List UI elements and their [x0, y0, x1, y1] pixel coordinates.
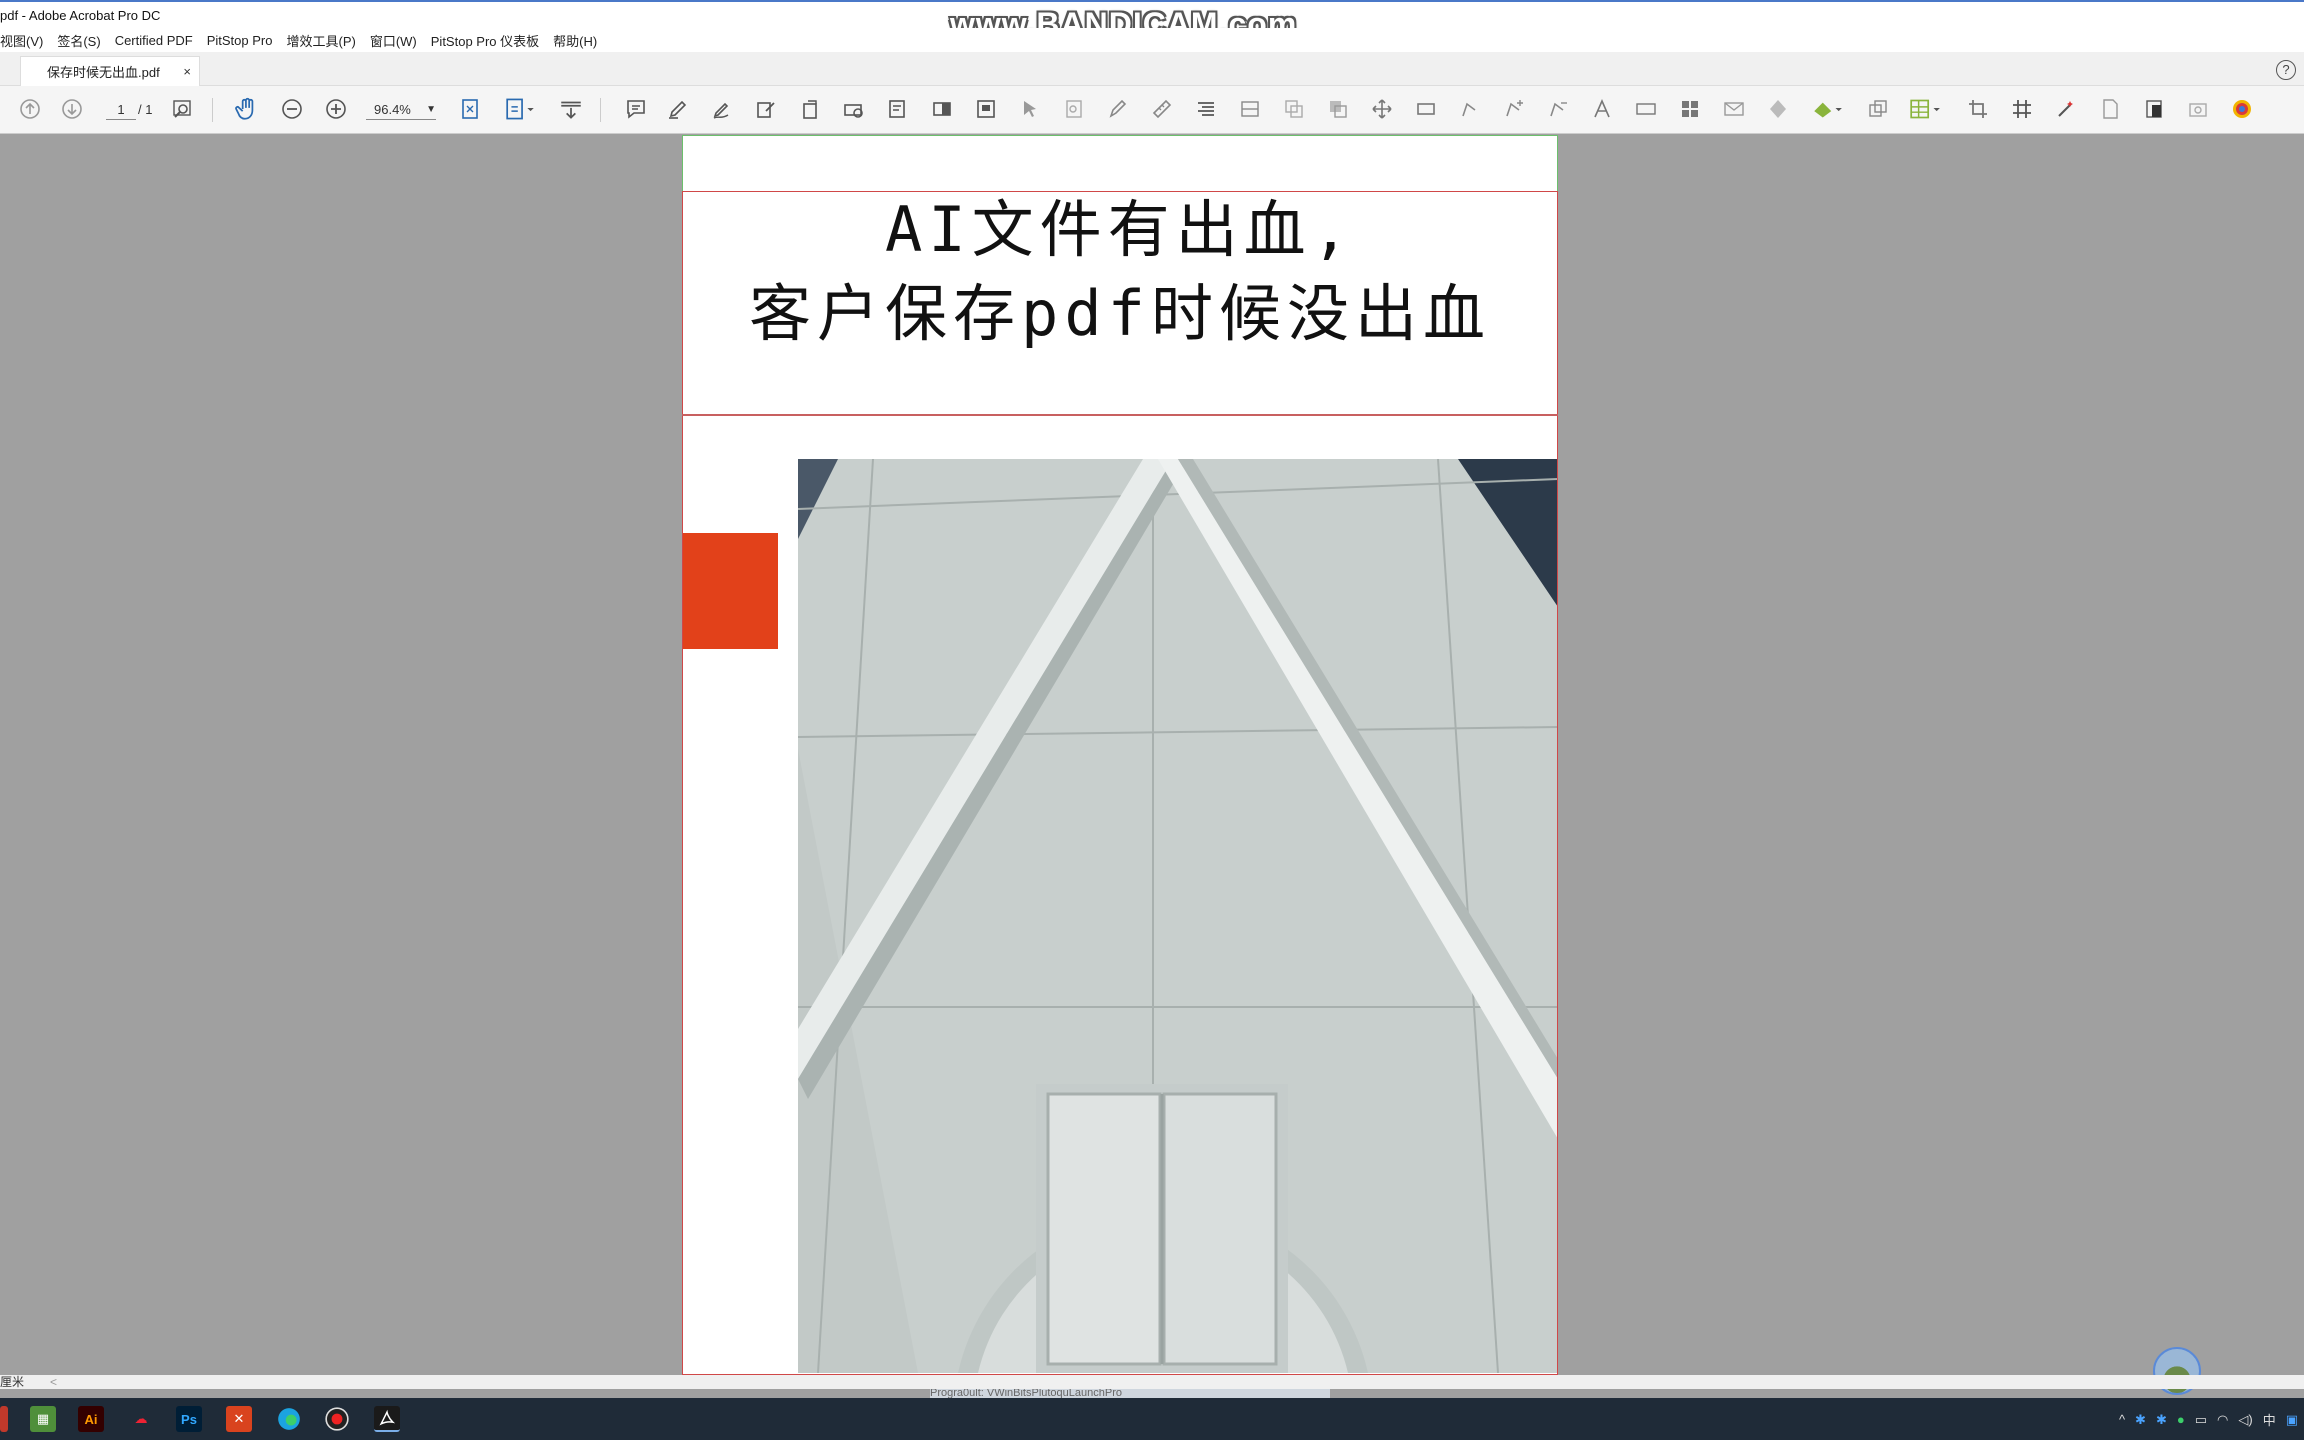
select-object-icon[interactable]: [1018, 96, 1042, 122]
menu-view[interactable]: 视图(V): [0, 31, 43, 50]
cloud-app-icon[interactable]: ☁: [128, 1406, 154, 1432]
photoshop-icon[interactable]: Ps: [176, 1406, 202, 1432]
bleed-box-outline: [682, 191, 1558, 1375]
zoom-level-value: 96.4%: [374, 102, 411, 117]
wand-icon[interactable]: [2054, 96, 2078, 122]
ime-indicator[interactable]: 中: [2263, 1410, 2276, 1429]
edge-browser-icon[interactable]: [276, 1406, 302, 1432]
bezier-icon[interactable]: [1458, 96, 1482, 122]
menu-bar: 视图(V) 签名(S) Certified PDF PitStop Pro 增效…: [0, 28, 2304, 52]
menu-certified-pdf[interactable]: Certified PDF: [115, 33, 193, 48]
previous-page-icon[interactable]: [18, 96, 42, 122]
menu-pitstop-pro[interactable]: PitStop Pro: [207, 33, 273, 48]
app-tray-icon[interactable]: ▣: [2286, 1412, 2298, 1428]
acrobat-icon[interactable]: [374, 1406, 400, 1432]
chevron-down-icon: ▼: [426, 104, 436, 115]
add-anchor-icon[interactable]: [1502, 96, 1526, 122]
rectangle-icon[interactable]: [1414, 96, 1438, 122]
ghost-popup: Progra0ult: VWinBitsPlutoquLaunchPro: [930, 1389, 1330, 1398]
table-tool-icon[interactable]: [1908, 96, 1942, 122]
page-display-icon[interactable]: [504, 96, 538, 122]
menu-sign[interactable]: 签名(S): [57, 31, 100, 50]
image-viewer-icon[interactable]: ▦: [30, 1406, 56, 1432]
window-title: pdf - Adobe Acrobat Pro DC: [0, 8, 161, 23]
scroll-left-icon[interactable]: <: [50, 1375, 57, 1389]
overlap-icon[interactable]: [1866, 96, 1890, 122]
page-black-icon[interactable]: [2142, 96, 2166, 122]
remove-anchor-icon[interactable]: [1546, 96, 1570, 122]
bluetooth-icon[interactable]: ✱: [2135, 1412, 2146, 1428]
action-list-icon[interactable]: [886, 96, 910, 122]
hand-tool-icon[interactable]: [234, 96, 260, 122]
bluetooth-secondary-icon[interactable]: ✱: [2156, 1412, 2167, 1428]
find-icon[interactable]: [170, 96, 194, 122]
zoom-out-icon[interactable]: [280, 96, 304, 122]
document-tab-bar: 保存时候无出血.pdf × ?: [0, 52, 2304, 86]
document-icon[interactable]: [2098, 96, 2122, 122]
color-wheel-icon[interactable]: [2230, 96, 2254, 122]
camera-icon[interactable]: [2186, 96, 2210, 122]
menu-window[interactable]: 窗口(W): [370, 31, 417, 50]
main-toolbar: 1 / 1 96.4% ▼: [0, 86, 2304, 134]
system-tray: ^ ✱ ✱ ● ▭ ◠ ◁) 中 ▣: [2119, 1410, 2298, 1429]
page-box-icon[interactable]: [974, 96, 998, 122]
wifi-icon[interactable]: ◠: [2217, 1412, 2228, 1428]
close-tab-icon[interactable]: ×: [183, 64, 191, 79]
unit-label: 厘米: [0, 1375, 25, 1389]
bring-front-icon[interactable]: [1282, 96, 1306, 122]
envelope-icon[interactable]: [1722, 96, 1746, 122]
start-edge-icon[interactable]: [0, 1406, 8, 1432]
diamond-icon[interactable]: [1766, 96, 1790, 122]
menu-help[interactable]: 帮助(H): [553, 31, 597, 50]
move-icon[interactable]: [1370, 96, 1394, 122]
volume-icon[interactable]: ◁): [2238, 1412, 2252, 1428]
preflight-icon[interactable]: [842, 96, 866, 122]
network-icon[interactable]: ▭: [2195, 1412, 2207, 1428]
grid-select-icon[interactable]: [1678, 96, 1702, 122]
scroll-mode-icon[interactable]: [558, 96, 584, 122]
align-icon[interactable]: [1194, 96, 1218, 122]
pen-tool-icon[interactable]: [1106, 96, 1130, 122]
page-number-input[interactable]: 1: [106, 100, 136, 120]
document-tab-label: 保存时候无出血.pdf: [47, 65, 160, 80]
chevron-up-icon[interactable]: ^: [2119, 1412, 2125, 1427]
page-total: / 1: [138, 102, 153, 117]
xmind-icon[interactable]: ✕: [226, 1406, 252, 1432]
split-icon[interactable]: [1238, 96, 1262, 122]
bandicam-icon[interactable]: [324, 1406, 350, 1432]
zoom-in-icon[interactable]: [324, 96, 348, 122]
crop-icon[interactable]: [1966, 96, 1990, 122]
trim-box-outline: [682, 135, 1558, 192]
zoom-level-select[interactable]: 96.4% ▼: [366, 100, 436, 120]
section-divider-line: [682, 414, 1558, 416]
menu-plugins[interactable]: 增效工具(P): [286, 31, 355, 50]
status-bar: 厘米 <: [0, 1375, 2304, 1389]
convert-colors-icon[interactable]: [930, 96, 954, 122]
edit-object-icon[interactable]: [754, 96, 778, 122]
fill-color-icon[interactable]: [1810, 96, 1844, 122]
comment-icon[interactable]: [624, 96, 648, 122]
measure-icon[interactable]: [1150, 96, 1174, 122]
wechat-icon[interactable]: ●: [2177, 1412, 2185, 1427]
grid-icon[interactable]: [2010, 96, 2034, 122]
windows-taskbar: ▦ Ai ☁ Ps ✕ ^ ✱ ✱ ● ▭ ◠ ◁) 中 ▣: [0, 1398, 2304, 1440]
draw-icon[interactable]: [710, 96, 734, 122]
fit-page-icon[interactable]: [458, 96, 482, 122]
send-back-icon[interactable]: [1326, 96, 1350, 122]
text-tool-icon[interactable]: [1590, 96, 1614, 122]
highlight-icon[interactable]: [666, 96, 690, 122]
text-box-icon[interactable]: [1634, 96, 1658, 122]
menu-pitstop-dashboard[interactable]: PitStop Pro 仪表板: [431, 31, 539, 50]
rotate-page-icon[interactable]: [798, 96, 822, 122]
inspect-icon[interactable]: [1062, 96, 1086, 122]
help-icon[interactable]: ?: [2276, 60, 2296, 80]
next-page-icon[interactable]: [60, 96, 84, 122]
illustrator-icon[interactable]: Ai: [78, 1406, 104, 1432]
document-tab[interactable]: 保存时候无出血.pdf ×: [20, 56, 200, 86]
